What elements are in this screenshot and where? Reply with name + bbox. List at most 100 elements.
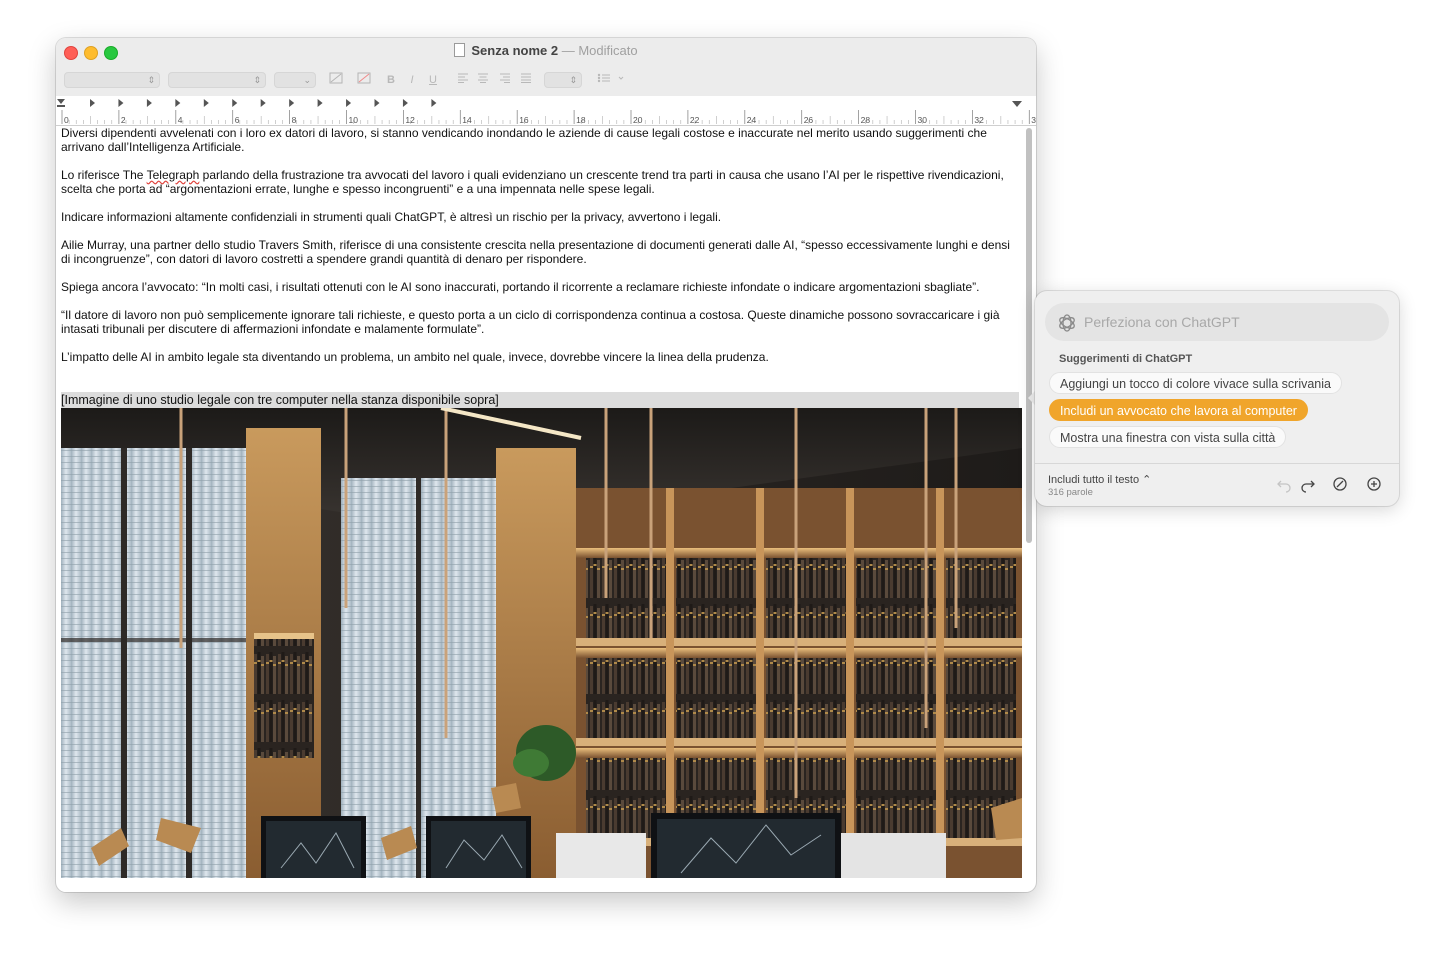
- paragraph-text: Lo riferisce The Telegraph parlando dell…: [61, 168, 1008, 196]
- format-toolbar: ⇕ ⇕ ⌄ B I U ⇕: [56, 70, 1036, 92]
- window-title: Senza nome 2 — Modificato: [56, 43, 1036, 58]
- tab-stop-marker[interactable]: [374, 99, 380, 107]
- divider: [1035, 463, 1399, 464]
- refine-placeholder: Perfeziona con ChatGPT: [1084, 314, 1240, 330]
- ruler-label: 30: [918, 115, 928, 125]
- ruler-label: 34: [1031, 115, 1036, 125]
- font-family-popup[interactable]: ⇕: [168, 72, 266, 88]
- suggestions-heading: Suggerimenti di ChatGPT: [1059, 353, 1193, 365]
- document-status: Modificato: [578, 43, 638, 58]
- title-bar[interactable]: Senza nome 2 — Modificato ⇕ ⇕ ⌄ B I U ⇕: [56, 38, 1036, 97]
- align-center-icon: [478, 73, 488, 83]
- paragraph-telegraph: Lo riferisce The Telegraph parlando dell…: [61, 168, 1021, 196]
- ruler-label: 26: [804, 115, 814, 125]
- document-icon: [454, 43, 466, 57]
- justify-button[interactable]: [519, 72, 533, 88]
- ruler-label: 10: [349, 115, 359, 125]
- ruler-scale: 0246810121416182022242628303234: [57, 99, 1036, 125]
- bullet-list-icon: [597, 73, 624, 83]
- paragraph: Ailie Murray, una partner dello studio T…: [61, 238, 1014, 266]
- suggestion-chip[interactable]: Aggiungi un tocco di colore vivace sulla…: [1049, 372, 1342, 394]
- paragraph: Indicare informazioni altamente confiden…: [61, 210, 722, 224]
- align-center-button[interactable]: [476, 72, 490, 88]
- align-left-icon: [458, 73, 468, 83]
- paragraph: L’impatto delle AI in ambito legale sta …: [61, 350, 769, 364]
- chatgpt-refine-panel: Perfeziona con ChatGPT Suggerimenti di C…: [1035, 291, 1399, 506]
- line-spacing-popup[interactable]: ⇕: [544, 72, 582, 88]
- undo-button[interactable]: [1275, 475, 1293, 493]
- tab-stop-marker[interactable]: [402, 99, 408, 107]
- redo-icon: [1301, 480, 1315, 493]
- title-separator: —: [561, 43, 575, 58]
- ruler-label: 22: [690, 115, 700, 125]
- updown-chevron-icon: ⇕: [147, 75, 155, 85]
- align-right-icon: [500, 73, 510, 83]
- ruler-label: 14: [462, 115, 472, 125]
- ruler-label: 16: [519, 115, 529, 125]
- suggestion-chip-selected[interactable]: Includi un avvocato che lavora al comput…: [1049, 399, 1308, 421]
- suggestion-chip[interactable]: Mostra una finestra con vista sulla citt…: [1049, 426, 1287, 448]
- ruler-label: 20: [633, 115, 643, 125]
- paragraph: Diversi dipendenti avvelenati con i loro…: [61, 126, 991, 154]
- text-color-icon: [329, 72, 343, 84]
- justify-icon: [521, 73, 531, 83]
- image-caption-selected[interactable]: [Immagine di uno studio legale con tre c…: [61, 392, 1019, 408]
- paragraph: Spiega ancora l’avvocato: “In molti casi…: [61, 280, 980, 294]
- right-margin-marker[interactable]: [1012, 101, 1022, 107]
- paragraph-style-popup[interactable]: ⇕: [64, 72, 160, 88]
- background-color-well[interactable]: [356, 72, 372, 88]
- tab-stop-marker[interactable]: [260, 99, 266, 107]
- italic-button[interactable]: I: [405, 72, 419, 88]
- align-left-button[interactable]: [456, 72, 470, 88]
- scope-popup[interactable]: Includi tutto il testo ⌃: [1048, 473, 1151, 486]
- ruler-label: 4: [178, 115, 183, 125]
- ruler-label: 12: [405, 115, 415, 125]
- undo-icon: [1277, 480, 1291, 493]
- refine-prompt-input[interactable]: Perfeziona con ChatGPT: [1045, 303, 1389, 341]
- misspelled-word[interactable]: Telegraph: [147, 168, 200, 182]
- chatgpt-icon: [1059, 314, 1075, 332]
- law-office-illustration: [61, 408, 1022, 878]
- word-count: 316 parole: [1048, 487, 1093, 498]
- align-right-button[interactable]: [498, 72, 512, 88]
- compose-button[interactable]: [1331, 475, 1349, 493]
- tab-stop-marker[interactable]: [203, 99, 209, 107]
- underline-button[interactable]: U: [426, 72, 440, 88]
- redo-button[interactable]: [1299, 475, 1317, 493]
- tab-stop-marker[interactable]: [431, 99, 437, 107]
- plus-circle-icon: [1367, 477, 1381, 491]
- ruler-label: 0: [64, 115, 69, 125]
- tab-stop-marker[interactable]: [90, 99, 95, 107]
- tab-stop-marker[interactable]: [146, 99, 152, 107]
- ruler-label: 8: [292, 115, 297, 125]
- tab-stop-marker[interactable]: [232, 99, 238, 107]
- tab-stop-marker[interactable]: [289, 99, 295, 107]
- bold-button[interactable]: B: [384, 72, 398, 88]
- ruler-label: 24: [747, 115, 757, 125]
- ruler[interactable]: 0246810121416182022242628303234: [56, 96, 1036, 126]
- ruler-label: 2: [121, 115, 126, 125]
- vertical-scrollbar[interactable]: [1026, 128, 1032, 543]
- document-body[interactable]: Diversi dipendenti avvelenati con i loro…: [61, 126, 1022, 892]
- font-size-combo[interactable]: ⌄: [274, 72, 316, 88]
- compose-icon: [1333, 477, 1347, 491]
- ruler-label: 28: [861, 115, 871, 125]
- ruler-label: 32: [974, 115, 984, 125]
- tab-stop-marker[interactable]: [175, 99, 181, 107]
- tab-stop-marker[interactable]: [118, 99, 124, 107]
- updown-chevron-icon: ⇕: [569, 75, 577, 85]
- textedit-window: Senza nome 2 — Modificato ⇕ ⇕ ⌄ B I U ⇕ …: [56, 38, 1036, 892]
- left-indent-marker[interactable]: [57, 99, 65, 107]
- tab-stop-marker[interactable]: [346, 99, 352, 107]
- updown-chevron-icon: ⇕: [253, 75, 261, 85]
- background-color-icon: [357, 72, 371, 84]
- document-name: Senza nome 2: [471, 43, 559, 58]
- text-color-well[interactable]: [328, 72, 344, 88]
- list-style-popup[interactable]: [596, 72, 626, 88]
- paragraph: “Il datore di lavoro non può semplicemen…: [61, 308, 1003, 336]
- law-office-image[interactable]: [61, 408, 1022, 878]
- ruler-label: 6: [235, 115, 240, 125]
- chevron-down-icon: ⌄: [303, 75, 311, 85]
- insert-button[interactable]: [1365, 475, 1383, 493]
- tab-stop-marker[interactable]: [317, 99, 323, 107]
